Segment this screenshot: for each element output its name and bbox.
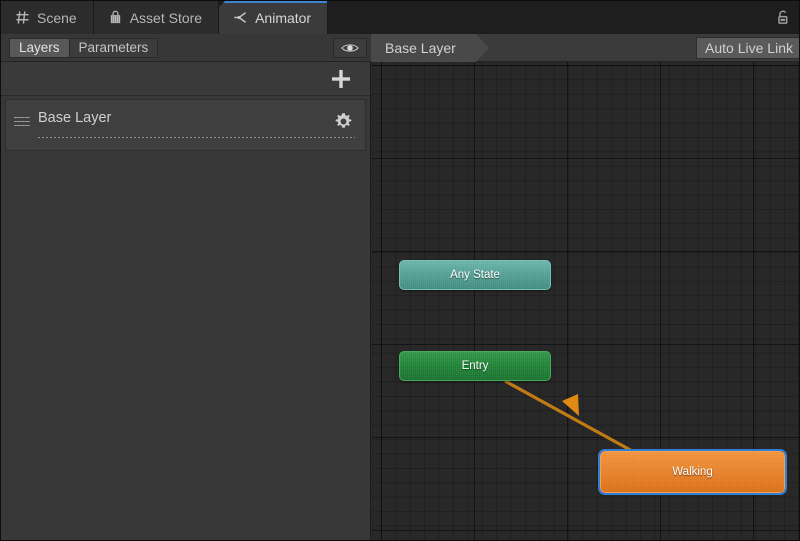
tab-asset-store[interactable]: Asset Store [93, 1, 220, 34]
layers-add-row [1, 62, 370, 96]
state-node-walking[interactable]: Walking [598, 449, 787, 495]
tab-scene[interactable]: Scene [1, 1, 94, 34]
layer-weight-slider[interactable] [38, 137, 355, 138]
state-node-label: Entry [461, 360, 489, 372]
drag-handle-icon[interactable] [14, 117, 30, 126]
graph-breadcrumb-bar: Base Layer Auto Live Link [371, 33, 799, 62]
toggle-visibility-button[interactable] [333, 37, 367, 58]
unlocked-padlock-icon[interactable] [776, 9, 791, 26]
branch-node-icon [234, 12, 246, 23]
gear-icon[interactable] [334, 112, 353, 131]
tab-animator[interactable]: Animator [219, 1, 329, 34]
transition-entry-to-walking[interactable] [504, 379, 635, 454]
layer-name-label: Base Layer [38, 110, 112, 126]
animator-graph-canvas[interactable]: Any State Entry Walking [372, 62, 799, 540]
grid-hash-icon [16, 11, 29, 24]
state-node-label: Any State [450, 269, 500, 281]
auto-live-link-button[interactable]: Auto Live Link [696, 36, 799, 59]
layer-item-base-layer[interactable]: Base Layer [5, 99, 366, 151]
animator-window: Scene Asset Store Animator Layers Parame… [0, 0, 800, 541]
layers-panel: Base Layer [1, 62, 371, 540]
window-tab-bar: Scene Asset Store Animator [1, 1, 799, 34]
state-node-label: Walking [672, 466, 713, 478]
plus-icon[interactable] [330, 68, 352, 90]
layers-list: Base Layer [1, 96, 370, 151]
state-node-entry[interactable]: Entry [399, 351, 551, 381]
state-node-any-state[interactable]: Any State [399, 260, 551, 290]
secondary-toolbar-row: Layers Parameters Base Layer Auto Live L… [1, 33, 799, 62]
layers-panel-toolbar: Layers Parameters [1, 34, 371, 62]
tab-bar-filler [328, 1, 799, 34]
eye-icon [341, 43, 359, 52]
tab-parameters[interactable]: Parameters [69, 37, 159, 58]
tab-animator-label: Animator [255, 9, 312, 26]
tab-asset-store-label: Asset Store [129, 9, 203, 26]
tab-layers[interactable]: Layers [9, 37, 70, 58]
breadcrumb-item-base-layer[interactable]: Base Layer [371, 33, 489, 62]
tab-scene-label: Scene [37, 9, 77, 26]
shopping-bag-icon [110, 10, 120, 24]
